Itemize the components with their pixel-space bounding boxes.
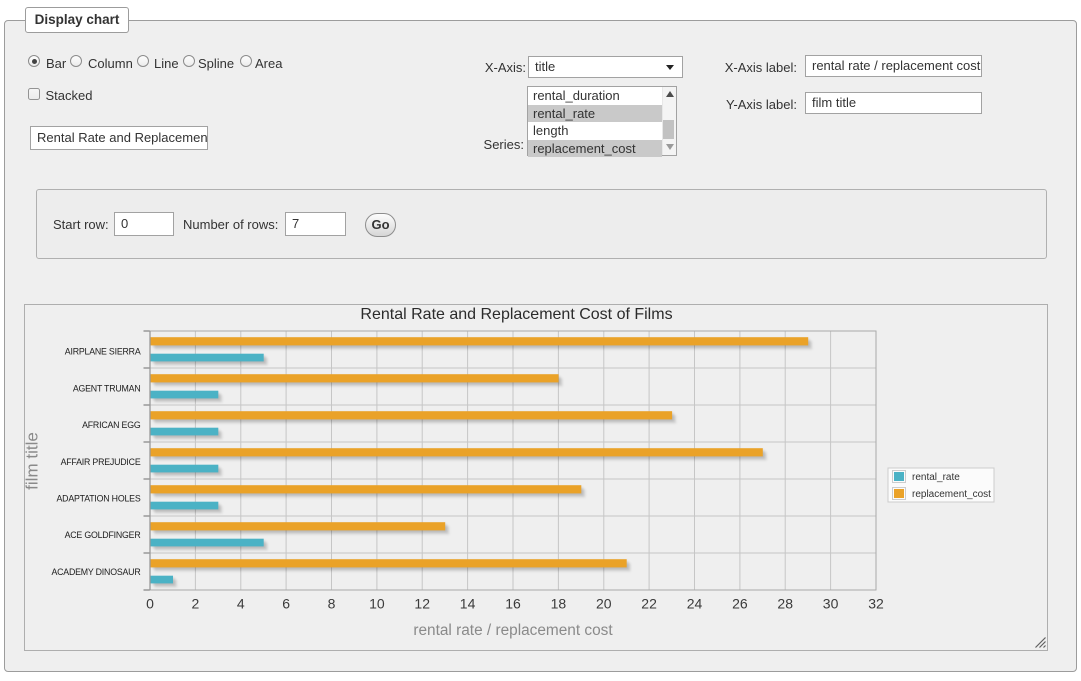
svg-text:10: 10 xyxy=(369,596,385,612)
svg-text:film title: film title xyxy=(23,432,42,490)
svg-text:24: 24 xyxy=(687,596,703,612)
svg-text:ACE GOLDFINGER: ACE GOLDFINGER xyxy=(65,530,141,540)
svg-text:AFFAIR PREJUDICE: AFFAIR PREJUDICE xyxy=(61,457,141,467)
svg-text:Rental Rate and Replacement Co: Rental Rate and Replacement Cost of Film… xyxy=(360,306,672,323)
svg-text:6: 6 xyxy=(282,596,290,612)
svg-text:AFRICAN EGG: AFRICAN EGG xyxy=(82,420,141,430)
svg-text:AIRPLANE SIERRA: AIRPLANE SIERRA xyxy=(65,347,141,357)
svg-text:16: 16 xyxy=(505,596,521,612)
svg-text:14: 14 xyxy=(460,596,476,612)
svg-text:8: 8 xyxy=(328,596,336,612)
svg-text:28: 28 xyxy=(777,596,793,612)
svg-text:replacement_cost: replacement_cost xyxy=(912,489,991,500)
svg-text:ADAPTATION HOLES: ADAPTATION HOLES xyxy=(57,494,141,504)
svg-text:4: 4 xyxy=(237,596,245,612)
svg-text:18: 18 xyxy=(551,596,567,612)
svg-text:rental rate / replacement cost: rental rate / replacement cost xyxy=(413,622,613,639)
svg-text:20: 20 xyxy=(596,596,612,612)
svg-text:30: 30 xyxy=(823,596,839,612)
svg-text:32: 32 xyxy=(868,596,884,612)
svg-text:AGENT TRUMAN: AGENT TRUMAN xyxy=(73,383,141,393)
svg-text:rental_rate: rental_rate xyxy=(912,472,960,483)
svg-text:ACADEMY DINOSAUR: ACADEMY DINOSAUR xyxy=(51,567,140,577)
svg-text:2: 2 xyxy=(192,596,200,612)
svg-text:26: 26 xyxy=(732,596,748,612)
svg-text:12: 12 xyxy=(414,596,430,612)
svg-text:0: 0 xyxy=(146,596,154,612)
svg-text:22: 22 xyxy=(641,596,657,612)
